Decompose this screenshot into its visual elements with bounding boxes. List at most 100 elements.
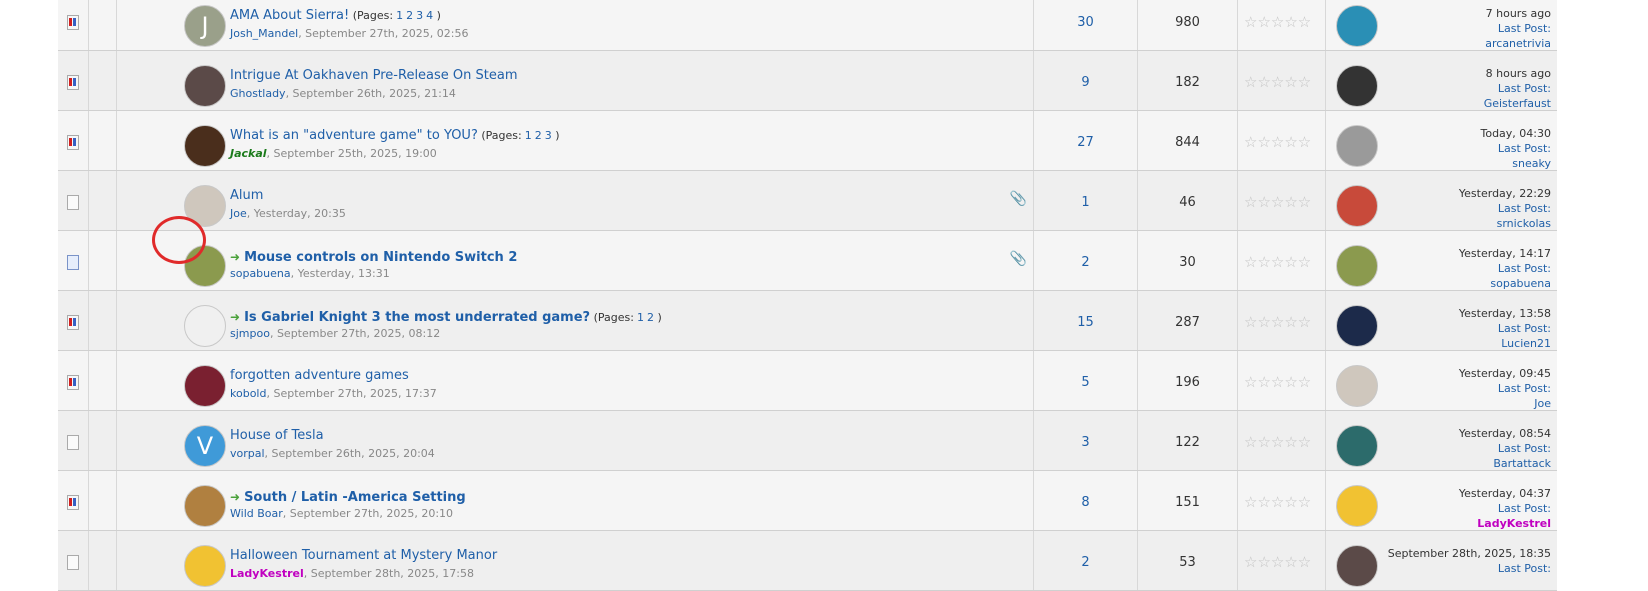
author-link[interactable]: Jackal: [230, 147, 267, 160]
topic-title-link[interactable]: Is Gabriel Knight 3 the most underrated …: [244, 310, 590, 325]
avatar[interactable]: V: [184, 425, 226, 467]
author-link[interactable]: Josh_Mandel: [230, 27, 298, 40]
page-link[interactable]: 3: [416, 9, 423, 22]
topic-cell: V House of Tesla vorpal, September 26th, 2…: [117, 411, 1034, 470]
page-link[interactable]: 2: [406, 9, 413, 22]
replies-count[interactable]: 2: [1034, 255, 1137, 270]
page-link[interactable]: 2: [535, 129, 542, 142]
last-post-time: Today, 04:30: [1480, 127, 1551, 140]
page-link[interactable]: 1: [396, 9, 403, 22]
star-rating-icon[interactable]: ☆☆☆☆☆: [1244, 253, 1311, 271]
star-rating-icon[interactable]: ☆☆☆☆☆: [1244, 433, 1311, 451]
last-post-label[interactable]: Last Post:: [1459, 381, 1551, 396]
topic-title-link[interactable]: Alum: [230, 188, 263, 203]
last-post-user[interactable]: sneaky: [1480, 156, 1551, 171]
avatar[interactable]: [184, 545, 226, 587]
last-post-label[interactable]: Last Post:: [1459, 201, 1551, 216]
star-rating-icon[interactable]: ☆☆☆☆☆: [1244, 553, 1311, 571]
last-poster-avatar[interactable]: [1336, 65, 1378, 107]
topic-title-link[interactable]: AMA About Sierra!: [230, 8, 349, 23]
last-post-user[interactable]: Bartattack: [1459, 456, 1551, 471]
last-post-label[interactable]: Last Post:: [1459, 441, 1551, 456]
page-link[interactable]: 3: [545, 129, 552, 142]
page-link[interactable]: 4: [426, 9, 433, 22]
topic-title-link[interactable]: House of Tesla: [230, 428, 324, 443]
last-poster-avatar[interactable]: [1336, 305, 1378, 347]
last-post-label[interactable]: Last Post:: [1388, 561, 1551, 576]
last-post-user[interactable]: srnickolas: [1459, 216, 1551, 231]
last-post-label[interactable]: Last Post:: [1485, 21, 1551, 36]
arrow-icon: ➜: [230, 490, 241, 504]
avatar[interactable]: [184, 305, 226, 347]
topic-title-link[interactable]: Halloween Tournament at Mystery Manor: [230, 548, 497, 563]
page-link[interactable]: 1: [637, 311, 644, 324]
replies-count[interactable]: 5: [1034, 375, 1137, 390]
last-post-label[interactable]: Last Post:: [1459, 261, 1551, 276]
author-link[interactable]: Joe: [230, 207, 247, 220]
page-link[interactable]: 2: [647, 311, 654, 324]
page-link[interactable]: 1: [525, 129, 532, 142]
replies-count[interactable]: 1: [1034, 195, 1137, 210]
last-poster-avatar[interactable]: [1336, 125, 1378, 167]
author-link[interactable]: Wild Boar: [230, 507, 283, 520]
replies-count[interactable]: 30: [1034, 15, 1137, 30]
author-link[interactable]: sopabuena: [230, 267, 291, 280]
last-poster-avatar[interactable]: [1336, 245, 1378, 287]
last-post-label[interactable]: Last Post:: [1480, 141, 1551, 156]
views-cell: 151: [1138, 471, 1238, 530]
replies-count[interactable]: 8: [1034, 495, 1137, 510]
author-link[interactable]: Ghostlady: [230, 87, 286, 100]
last-post-user[interactable]: sopabuena: [1459, 276, 1551, 291]
author-link[interactable]: sjmpoo: [230, 327, 270, 340]
last-post-user[interactable]: Joe: [1459, 396, 1551, 411]
avatar[interactable]: [184, 245, 226, 287]
avatar[interactable]: [184, 125, 226, 167]
author-link[interactable]: vorpal: [230, 447, 265, 460]
topic-author-line: sopabuena, Yesterday, 13:31: [230, 267, 390, 280]
star-rating-icon[interactable]: ☆☆☆☆☆: [1244, 13, 1311, 31]
views-cell: 287: [1138, 291, 1238, 350]
last-poster-avatar[interactable]: [1336, 365, 1378, 407]
replies-count[interactable]: 9: [1034, 75, 1137, 90]
last-post-user[interactable]: Geisterfaust: [1484, 96, 1551, 111]
star-rating-icon[interactable]: ☆☆☆☆☆: [1244, 373, 1311, 391]
last-post-user[interactable]: arcanetrivia: [1485, 36, 1551, 51]
author-link[interactable]: LadyKestrel: [230, 567, 304, 580]
topic-title-link[interactable]: Mouse controls on Nintendo Switch 2: [244, 250, 517, 265]
last-post-label[interactable]: Last Post:: [1459, 321, 1551, 336]
star-rating-icon[interactable]: ☆☆☆☆☆: [1244, 133, 1311, 151]
last-post-info: Yesterday, 22:29 Last Post: srnickolas: [1459, 186, 1551, 231]
avatar[interactable]: [184, 65, 226, 107]
topic-status-cell: [58, 531, 89, 590]
topic-title-link[interactable]: What is an "adventure game" to YOU?: [230, 128, 478, 143]
topic-title-link[interactable]: Intrigue At Oakhaven Pre-Release On Stea…: [230, 68, 518, 83]
last-post-label[interactable]: Last Post:: [1484, 81, 1551, 96]
star-rating-icon[interactable]: ☆☆☆☆☆: [1244, 193, 1311, 211]
avatar[interactable]: [184, 185, 226, 227]
avatar[interactable]: [184, 485, 226, 527]
views-count: 287: [1175, 315, 1200, 330]
last-poster-avatar[interactable]: [1336, 185, 1378, 227]
star-rating-icon[interactable]: ☆☆☆☆☆: [1244, 313, 1311, 331]
last-poster-avatar[interactable]: [1336, 425, 1378, 467]
topic-title-link[interactable]: South / Latin -America Setting: [244, 490, 466, 505]
author-link[interactable]: kobold: [230, 387, 266, 400]
avatar[interactable]: [184, 365, 226, 407]
last-post-time: 8 hours ago: [1485, 67, 1551, 80]
last-post-label[interactable]: Last Post:: [1459, 501, 1551, 516]
last-post-user[interactable]: LadyKestrel: [1459, 516, 1551, 531]
star-rating-icon[interactable]: ☆☆☆☆☆: [1244, 73, 1311, 91]
replies-count[interactable]: 2: [1034, 555, 1137, 570]
last-poster-avatar[interactable]: [1336, 545, 1378, 587]
views-count: 53: [1179, 555, 1196, 570]
last-post-user[interactable]: Lucien21: [1459, 336, 1551, 351]
avatar[interactable]: J: [184, 5, 226, 47]
last-poster-avatar[interactable]: [1336, 5, 1378, 47]
star-rating-icon[interactable]: ☆☆☆☆☆: [1244, 493, 1311, 511]
replies-count[interactable]: 27: [1034, 135, 1137, 150]
last-poster-avatar[interactable]: [1336, 485, 1378, 527]
topic-title-link[interactable]: forgotten adventure games: [230, 368, 409, 383]
topic-status-icon: [67, 135, 79, 150]
replies-count[interactable]: 15: [1034, 315, 1137, 330]
replies-count[interactable]: 3: [1034, 435, 1137, 450]
